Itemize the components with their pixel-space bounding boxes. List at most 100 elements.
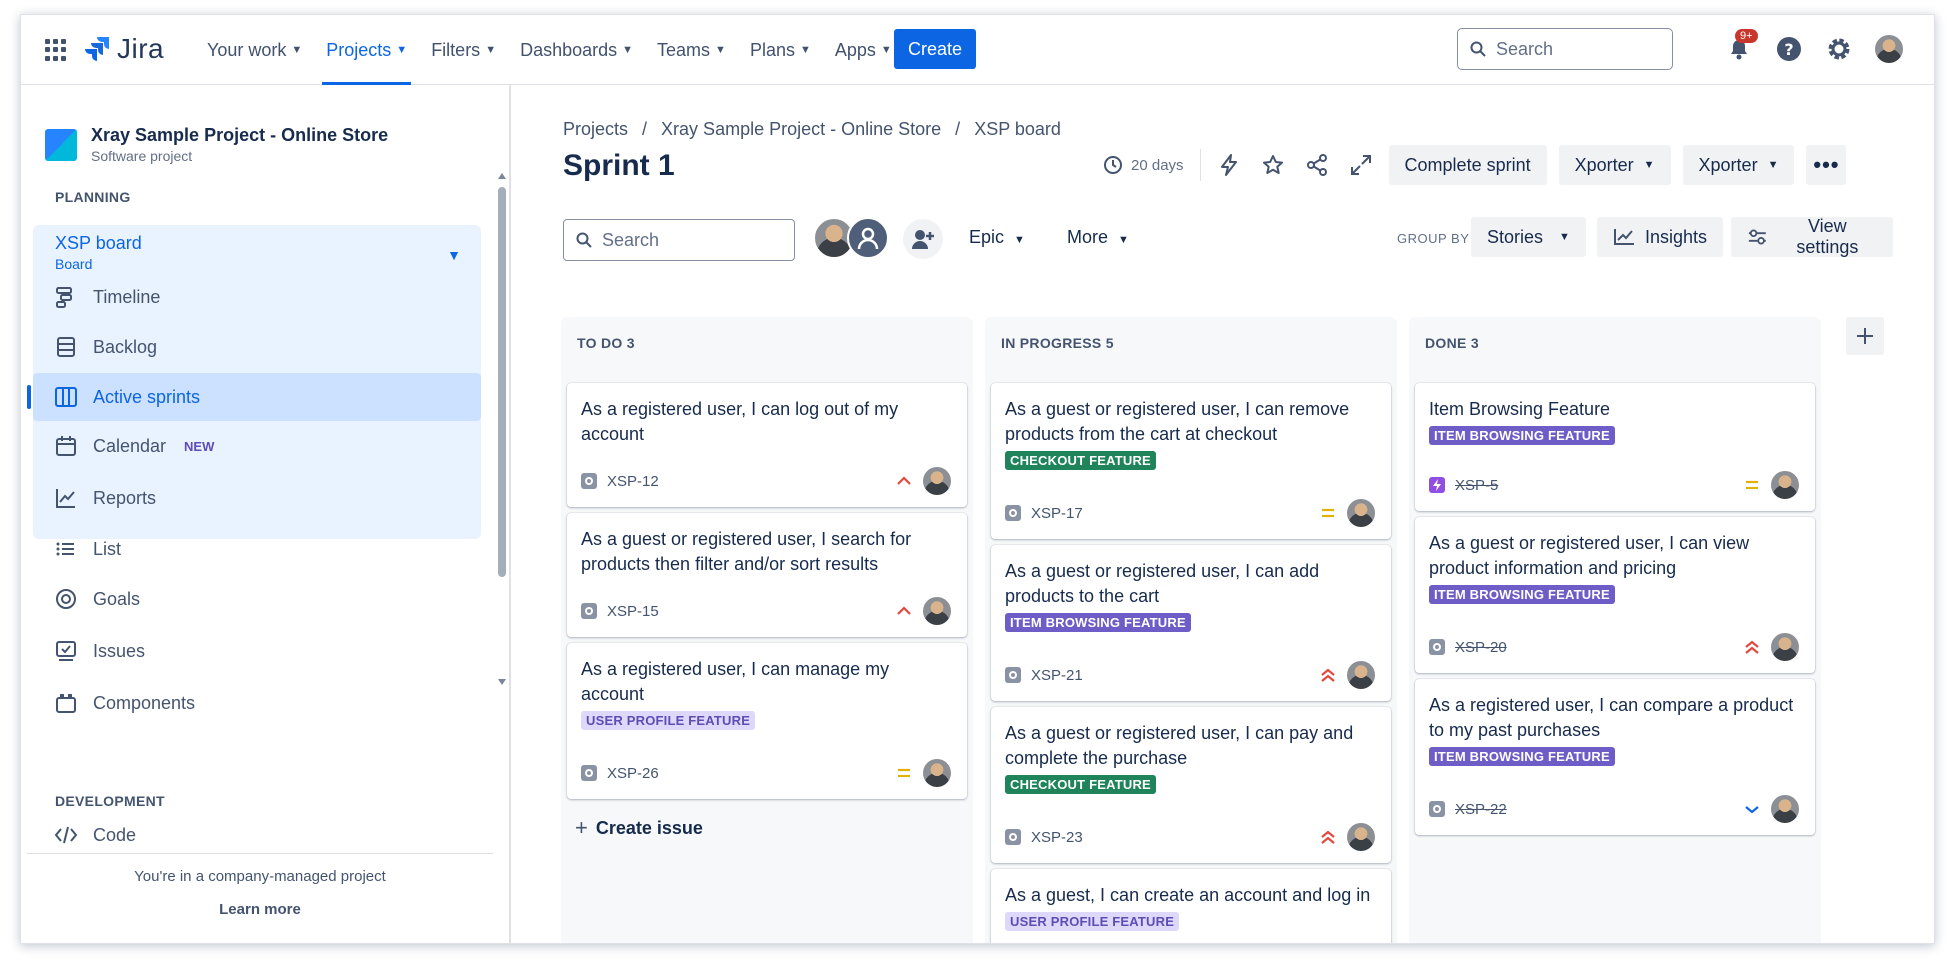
nav-label: Plans	[749, 39, 795, 60]
nav-your-work[interactable]: Your work ▼	[195, 15, 314, 85]
issue-card[interactable]: As a guest or registered user, I can rem…	[991, 383, 1391, 539]
sidebar-item-active-sprints[interactable]: Active sprints	[27, 373, 481, 421]
assignee-avatar[interactable]	[1769, 631, 1801, 663]
sidebar-scrollbar[interactable]	[497, 171, 506, 685]
issue-card[interactable]: As a registered user, I can log out of m…	[567, 383, 967, 507]
board-main: Projects / Xray Sample Project - Online …	[513, 85, 1934, 943]
sprint-days-remaining[interactable]: 20 days	[1103, 149, 1201, 181]
issue-card[interactable]: As a guest or registered user, I can add…	[991, 545, 1391, 701]
assignee-avatar[interactable]	[921, 465, 953, 497]
story-type-icon	[1005, 505, 1021, 521]
issue-card[interactable]: Item Browsing Feature ITEM BROWSING FEAT…	[1415, 383, 1815, 511]
sidebar-item-components[interactable]: Components	[33, 679, 481, 727]
issue-key[interactable]: XSP-17	[1031, 505, 1083, 522]
nav-projects[interactable]: Projects ▼	[314, 15, 419, 85]
story-type-icon	[1005, 829, 1021, 845]
chevron-down-icon[interactable]: ▼	[447, 247, 461, 263]
unassigned-avatar[interactable]	[847, 217, 889, 259]
sidebar-item-list[interactable]: List	[33, 525, 481, 573]
card-footer: XSP-20	[1429, 631, 1801, 663]
automation-button[interactable]	[1213, 149, 1245, 181]
user-avatar	[1873, 33, 1905, 65]
issue-key[interactable]: XSP-12	[607, 473, 659, 490]
assignee-avatar[interactable]	[1345, 497, 1377, 529]
nav-plans[interactable]: Plans ▼	[738, 15, 823, 85]
sidebar-item-backlog[interactable]: Backlog	[33, 323, 481, 371]
chevron-down-icon: ▼	[291, 44, 303, 56]
create-button[interactable]: Create	[894, 29, 976, 69]
assignee-avatar[interactable]	[1769, 793, 1801, 825]
nav-apps[interactable]: Apps ▼	[823, 15, 904, 85]
sidebar-board-selector[interactable]: XSP board Board	[55, 233, 142, 272]
sidebar-item-goals[interactable]: Goals	[33, 575, 481, 623]
epic-label: ITEM BROWSING FEATURE	[1429, 585, 1615, 604]
epic-filter-dropdown[interactable]: Epic ▼	[969, 227, 1025, 248]
search-placeholder: Search	[1496, 38, 1554, 59]
sidebar-item-issues[interactable]: Issues	[33, 627, 481, 675]
planning-section-label: PLANNING	[55, 189, 131, 205]
timeline-icon	[53, 284, 79, 310]
jira-logo[interactable]: Jira	[85, 33, 164, 65]
xporter-button-1[interactable]: Xporter ▼	[1558, 145, 1671, 185]
issue-key[interactable]: XSP-5	[1455, 477, 1498, 494]
issue-key[interactable]: XSP-21	[1031, 667, 1083, 684]
star-button[interactable]	[1257, 149, 1289, 181]
backlog-icon	[53, 334, 79, 360]
issue-key[interactable]: XSP-20	[1455, 639, 1507, 656]
global-search-input[interactable]: Search	[1457, 28, 1673, 70]
learn-more-link[interactable]: Learn more	[27, 901, 493, 918]
app-switcher-icon[interactable]	[45, 39, 67, 61]
add-column-button[interactable]	[1846, 317, 1884, 355]
xporter-button-2[interactable]: Xporter ▼	[1682, 145, 1795, 185]
sidebar-item-code[interactable]: Code	[33, 815, 481, 855]
issue-key[interactable]: XSP-15	[607, 603, 659, 620]
more-filters-dropdown[interactable]: More ▼	[1067, 227, 1129, 248]
chevron-down-icon: ▼	[1118, 234, 1129, 246]
project-header[interactable]: Xray Sample Project - Online Store Softw…	[45, 125, 388, 164]
board-search-input[interactable]: Search	[563, 219, 795, 261]
project-type: Software project	[91, 148, 193, 164]
assignee-avatar[interactable]	[921, 595, 953, 627]
nav-teams[interactable]: Teams ▼	[645, 15, 738, 85]
issue-card[interactable]: As a guest, I can create an account and …	[991, 869, 1391, 943]
chevron-down-icon: ▼	[622, 44, 634, 56]
add-people-button[interactable]	[903, 219, 943, 259]
dropdown-label: Epic	[969, 227, 1005, 247]
more-actions-button[interactable]: •••	[1806, 145, 1847, 185]
issue-card[interactable]: As a guest or registered user, I search …	[567, 513, 967, 637]
view-settings-button[interactable]: View settings	[1731, 216, 1893, 257]
group-by-dropdown[interactable]: Stories ▼	[1471, 217, 1586, 257]
assignee-avatar[interactable]	[921, 757, 953, 789]
share-button[interactable]	[1301, 149, 1333, 181]
breadcrumb-project[interactable]: Xray Sample Project - Online Store	[661, 119, 941, 140]
complete-sprint-button[interactable]: Complete sprint	[1388, 145, 1547, 185]
sidebar-item-calendar[interactable]: Calendar NEW	[33, 422, 481, 470]
assignee-filter	[813, 217, 889, 259]
assignee-avatar[interactable]	[1345, 821, 1377, 853]
issue-key[interactable]: XSP-26	[607, 765, 659, 782]
issue-key[interactable]: XSP-22	[1455, 801, 1507, 818]
fullscreen-button[interactable]	[1345, 149, 1377, 181]
board-name: XSP board	[55, 233, 142, 253]
issue-key[interactable]: XSP-23	[1031, 829, 1083, 846]
nav-dashboards[interactable]: Dashboards ▼	[508, 15, 645, 85]
board-scrollbar[interactable]	[1933, 325, 1934, 925]
settings-button[interactable]	[1821, 31, 1857, 67]
issue-card[interactable]: As a guest or registered user, I can pay…	[991, 707, 1391, 863]
create-issue-button[interactable]: + Create issue	[575, 815, 703, 841]
assignee-avatar[interactable]	[1345, 659, 1377, 691]
help-button[interactable]: ?	[1771, 31, 1807, 67]
breadcrumb-projects[interactable]: Projects	[563, 119, 628, 140]
breadcrumb-board[interactable]: XSP board	[974, 119, 1061, 140]
insights-button[interactable]: Insights	[1597, 217, 1724, 257]
notifications-button[interactable]: 9+	[1721, 29, 1758, 67]
assignee-avatar[interactable]	[1769, 469, 1801, 501]
profile-button[interactable]	[1871, 31, 1907, 67]
issue-card[interactable]: As a registered user, I can manage my ac…	[567, 643, 967, 799]
sidebar-item-reports[interactable]: Reports	[33, 474, 481, 522]
issue-card[interactable]: As a registered user, I can compare a pr…	[1415, 679, 1815, 835]
issue-card[interactable]: As a guest or registered user, I can vie…	[1415, 517, 1815, 673]
nav-filters[interactable]: Filters ▼	[419, 15, 508, 85]
sidebar-item-timeline[interactable]: Timeline	[33, 273, 481, 321]
chevron-down-icon: ▼	[880, 44, 892, 56]
